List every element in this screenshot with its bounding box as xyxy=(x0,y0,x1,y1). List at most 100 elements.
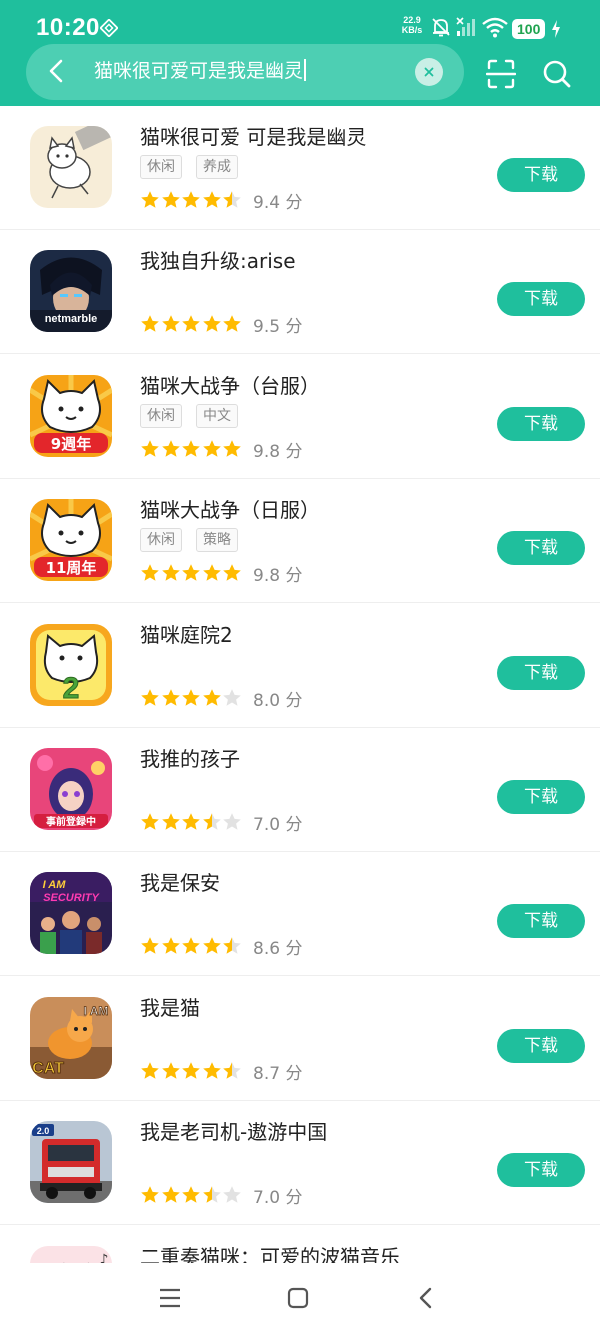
nfc-icon xyxy=(100,19,118,37)
app-list-item[interactable]: 猫咪很可爱 可是我是幽灵休闲 养成 9.4 分 下载 xyxy=(0,106,600,230)
rating-star xyxy=(161,440,180,457)
app-list-item[interactable]: 事前登録中 我推的孩子 7.0 分 下载 xyxy=(0,728,600,852)
rating-score: 9.5 分 xyxy=(253,312,302,337)
app-title[interactable]: 我是老司机-遨游中国 xyxy=(140,1118,327,1146)
nav-back-icon[interactable] xyxy=(416,1286,436,1310)
rating-star xyxy=(141,440,159,457)
download-button[interactable]: 下载 xyxy=(497,407,585,441)
download-button[interactable]: 下载 xyxy=(497,531,585,565)
network-speed: 22.9 KB/s xyxy=(398,15,426,35)
rating-star xyxy=(223,315,241,332)
rating-star xyxy=(141,564,159,581)
scan-icon[interactable] xyxy=(486,58,516,90)
download-button[interactable]: 下载 xyxy=(497,656,585,690)
download-button[interactable]: 下载 xyxy=(497,904,585,938)
app-list-item[interactable]: netmarble 我独自升级:arise 9.5 分 下载 xyxy=(0,230,600,354)
search-input[interactable]: 猫咪很可爱可是我是幽灵 xyxy=(94,58,306,84)
rating-score: 9.8 分 xyxy=(253,437,302,462)
download-button[interactable]: 下载 xyxy=(497,1029,585,1063)
i-am-cat-app-icon[interactable]: I AM CAT xyxy=(30,997,112,1079)
rating-star xyxy=(202,440,221,457)
rating-score: 7.0 分 xyxy=(253,1183,302,1208)
svg-text:11周年: 11周年 xyxy=(46,559,97,577)
i-am-security-app-icon[interactable]: I AM SECURITY xyxy=(30,872,112,954)
app-title[interactable]: 二重奏猫咪：可爱的波猫音乐 xyxy=(140,1243,400,1263)
rating-star xyxy=(141,813,159,830)
app-title[interactable]: 我是猫 xyxy=(140,994,200,1022)
app-tag: 休闲 xyxy=(140,528,182,552)
rating-score: 9.8 分 xyxy=(253,561,302,586)
recent-apps-icon[interactable] xyxy=(158,1287,182,1309)
duet-cats-app-icon[interactable]: ♪ xyxy=(30,1246,112,1263)
rating-value: 9.4 xyxy=(253,193,281,213)
rating-value: 9.8 xyxy=(253,442,281,462)
rating-unit: 分 xyxy=(285,691,303,711)
ghost-cat-app-icon[interactable] xyxy=(30,126,112,208)
status-time: 10:20 xyxy=(36,14,100,41)
search-results-list[interactable]: 猫咪很可爱 可是我是幽灵 休闲 养成 9.4 分下载 netmarble 我独自… xyxy=(0,106,600,1263)
app-list-item[interactable]: 9週年 猫咪大战争（台服） 休闲 中文 9.8 分 下载 xyxy=(0,355,600,479)
home-icon[interactable] xyxy=(287,1287,309,1309)
app-title[interactable]: 猫咪很可爱 可是我是幽灵 xyxy=(140,123,366,151)
rating-star xyxy=(161,689,180,706)
rating-score: 8.6 分 xyxy=(253,934,302,959)
rating-star xyxy=(141,1062,159,1079)
svg-text:I AM: I AM xyxy=(43,879,67,891)
app-list-item[interactable]: I AM SECURITY 我是保安 8.6 分 下载 xyxy=(0,852,600,976)
truck-driver-app-icon[interactable]: 2.0 xyxy=(30,1121,112,1203)
rating-star xyxy=(161,1186,180,1203)
app-title[interactable]: 我推的孩子 xyxy=(140,745,240,773)
rating-unit: 分 xyxy=(285,193,303,213)
rating-star xyxy=(161,937,180,954)
app-title[interactable]: 我独自升级:arise xyxy=(140,247,296,275)
charging-bolt-icon xyxy=(552,20,560,38)
rating-unit: 分 xyxy=(285,566,303,586)
status-bar: 10:20 22.9 KB/s 100 xyxy=(0,0,600,48)
rating-value: 8.7 xyxy=(253,1064,281,1084)
rating-star xyxy=(202,315,221,332)
rating-value: 7.0 xyxy=(253,1188,281,1208)
network-speed-unit: KB/s xyxy=(401,25,423,35)
rating-star xyxy=(141,315,159,332)
rating-unit: 分 xyxy=(285,317,303,337)
app-title[interactable]: 猫咪大战争（日服） xyxy=(140,496,320,524)
app-list-item[interactable]: I AM CAT 我是猫 8.7 分 下载 xyxy=(0,977,600,1101)
download-button[interactable]: 下载 xyxy=(497,1153,585,1187)
app-tag: 中文 xyxy=(196,404,238,428)
app-list-item[interactable]: 2.0 我是老司机-遨游中国 7.0 分 下载 xyxy=(0,1101,600,1225)
wifi-icon xyxy=(482,17,508,38)
search-icon[interactable] xyxy=(542,59,572,89)
app-title[interactable]: 猫咪庭院2 xyxy=(140,621,233,649)
rating-star xyxy=(182,315,200,332)
rating-score: 8.7 分 xyxy=(253,1059,302,1084)
app-title[interactable]: 猫咪大战争（台服） xyxy=(140,372,320,400)
oshi-no-ko-app-icon[interactable]: 事前登録中 xyxy=(30,748,112,830)
app-tags: 休闲 中文 xyxy=(140,404,252,428)
rating-star xyxy=(161,315,180,332)
app-list-item[interactable]: 2 猫咪庭院2 8.0 分 下载 xyxy=(0,604,600,728)
clear-search-icon[interactable] xyxy=(415,58,443,86)
app-list-item[interactable]: 11周年 猫咪大战争（日服） 休闲 策略 9.8 分 下载 xyxy=(0,479,600,603)
rating-star xyxy=(223,813,241,830)
rating-star xyxy=(161,1062,180,1079)
svg-text:♪: ♪ xyxy=(100,1252,109,1263)
rating-value: 9.8 xyxy=(253,566,281,586)
solo-leveling-app-icon[interactable]: netmarble xyxy=(30,250,112,332)
download-button[interactable]: 下载 xyxy=(497,282,585,316)
battle-cats-tw-app-icon[interactable]: 9週年 xyxy=(30,375,112,457)
download-button[interactable]: 下载 xyxy=(497,780,585,814)
rating-star xyxy=(141,937,159,954)
rating-star xyxy=(223,440,241,457)
app-list-item[interactable]: ♪ 二重奏猫咪：可爱的波猫音乐 xyxy=(0,1226,600,1263)
battle-cats-jp-app-icon[interactable]: 11周年 xyxy=(30,499,112,581)
download-button[interactable]: 下载 xyxy=(497,158,585,192)
app-tags: 休闲 养成 xyxy=(140,155,252,179)
svg-text:2: 2 xyxy=(63,672,80,705)
rating-star xyxy=(141,191,159,208)
rating-star xyxy=(182,1062,200,1079)
back-arrow-icon[interactable] xyxy=(44,56,70,86)
rating-unit: 分 xyxy=(285,815,303,835)
cat-garden-2-app-icon[interactable]: 2 xyxy=(30,624,112,706)
app-title[interactable]: 我是保安 xyxy=(140,869,220,897)
svg-text:事前登録中: 事前登録中 xyxy=(46,815,96,828)
